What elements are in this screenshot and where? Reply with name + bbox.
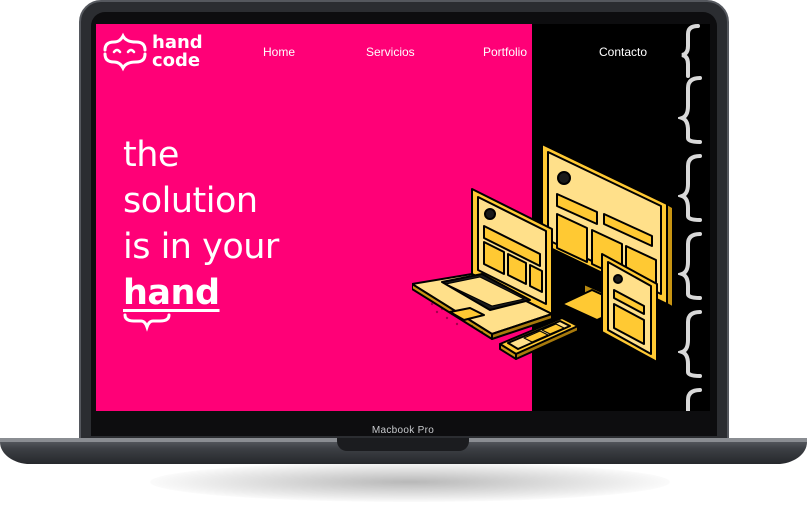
- laptop-illustration: [412, 188, 553, 340]
- nav-portfolio[interactable]: Portfolio: [483, 45, 527, 59]
- hand-brace-logo-icon: [103, 32, 147, 72]
- curly-brace-icon: [678, 310, 702, 378]
- nav-home[interactable]: Home: [263, 45, 295, 59]
- hero-headline: the solution is in your hand: [123, 132, 279, 316]
- decorative-braces: [678, 24, 702, 411]
- curly-brace-icon: [678, 76, 702, 144]
- hero-line-2: solution: [123, 181, 258, 221]
- hero-line-1: the: [123, 135, 179, 175]
- hero-line-3: is in your: [123, 227, 279, 267]
- curly-brace-icon: [686, 388, 702, 411]
- site-logo[interactable]: hand code: [102, 32, 212, 74]
- nav-contacto[interactable]: Contacto: [599, 45, 647, 59]
- laptop-shadow: [150, 462, 670, 502]
- curly-brace-icon: [681, 24, 700, 78]
- curly-brace-icon: [678, 154, 702, 222]
- laptop-notch: [337, 438, 469, 451]
- device-model-label: Macbook Pro: [371, 425, 435, 436]
- logo-wordmark: hand code: [152, 34, 203, 70]
- logo-line-2: code: [152, 50, 201, 71]
- horizontal-brace-icon: [123, 313, 171, 332]
- curly-brace-icon: [678, 232, 702, 300]
- devices-illustration: [412, 143, 672, 363]
- hero-line-4-emphasis: hand: [123, 273, 220, 313]
- website-screen: hand code Home Servicios Portfolio Conta…: [96, 24, 710, 411]
- nav-servicios[interactable]: Servicios: [366, 45, 415, 59]
